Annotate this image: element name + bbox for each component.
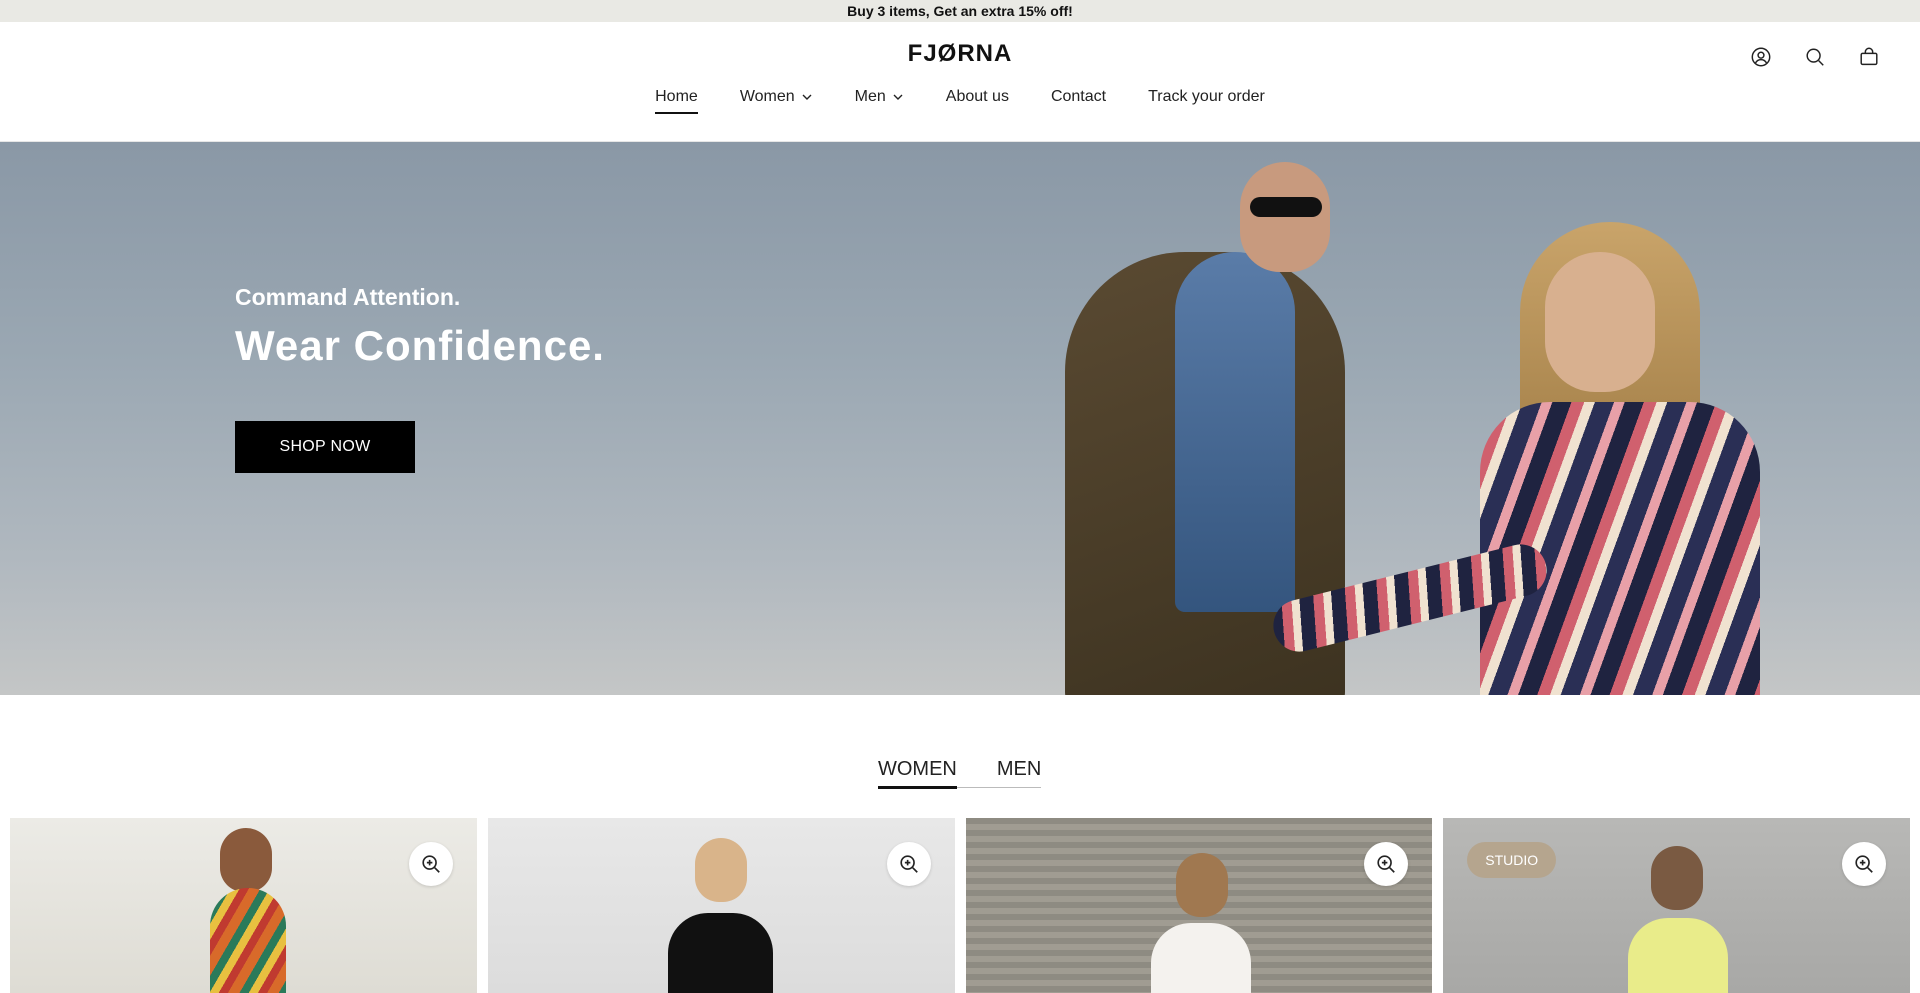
product-image-model-head — [694, 838, 747, 902]
product-card[interactable] — [10, 818, 477, 993]
search-icon[interactable] — [1800, 42, 1830, 72]
zoom-in-icon[interactable] — [886, 842, 931, 886]
product-image-model-head — [1175, 853, 1228, 917]
nav-item-label: Track your order — [1148, 88, 1265, 105]
product-card[interactable] — [965, 818, 1433, 993]
hero-title: Wear Confidence. — [235, 322, 605, 369]
tab-women[interactable]: WOMEN — [878, 758, 957, 789]
nav-item-label: Home — [655, 88, 698, 105]
nav-item-track-order[interactable]: Track your order — [1148, 88, 1265, 112]
sunglasses — [1250, 197, 1322, 217]
zoom-in-icon[interactable] — [1842, 842, 1886, 886]
product-image-dress — [667, 913, 773, 993]
hero-model-man-head — [1240, 162, 1330, 272]
nav-item-women[interactable]: Women — [740, 88, 813, 112]
hero-model-woman-head — [1545, 252, 1655, 392]
hero-banner: Command Attention. Wear Confidence. SHOP… — [0, 142, 1920, 695]
nav-item-about-us[interactable]: About us — [946, 88, 1009, 112]
product-card[interactable]: STUDIO — [1443, 818, 1910, 993]
nav-item-label: Women — [739, 88, 795, 105]
main-nav: Home Women Men About us Contact Track yo… — [0, 88, 1920, 114]
site-header: FJØRNA Home Women Men About us Contact T… — [0, 22, 1920, 142]
nav-item-label: About us — [945, 88, 1009, 105]
cart-icon[interactable] — [1854, 42, 1884, 72]
zoom-in-icon[interactable] — [408, 842, 453, 886]
nav-item-contact[interactable]: Contact — [1051, 88, 1106, 112]
product-image-model-head — [220, 828, 272, 892]
tab-men[interactable]: MEN — [997, 758, 1041, 787]
product-image-dress — [210, 888, 286, 993]
product-image-dress — [1628, 918, 1729, 993]
chevron-down-icon — [893, 94, 903, 100]
nav-item-home[interactable]: Home — [655, 88, 698, 114]
account-icon[interactable] — [1746, 42, 1776, 72]
product-card[interactable] — [487, 818, 955, 993]
nav-item-label: Men — [854, 88, 886, 105]
zoom-in-icon[interactable] — [1364, 842, 1409, 886]
hero-model-man-shirt — [1175, 252, 1295, 612]
announcement-bar: Buy 3 items, Get an extra 15% off! — [0, 0, 1920, 22]
shop-now-button[interactable]: SHOP NOW — [235, 421, 415, 473]
nav-item-label: Contact — [1050, 88, 1107, 105]
product-image-model-head — [1651, 846, 1704, 910]
nav-item-men[interactable]: Men — [855, 88, 904, 112]
brand-logo[interactable]: FJØRNA — [0, 40, 1920, 68]
collection-tabs: WOMEN MEN — [878, 758, 1042, 789]
product-image-dress — [1150, 923, 1251, 993]
chevron-down-icon — [802, 94, 812, 100]
header-icons — [1746, 42, 1884, 72]
product-grid: STUDIO — [10, 818, 1910, 993]
studio-badge: STUDIO — [1467, 842, 1557, 878]
hero-subtitle: Command Attention. — [235, 284, 461, 310]
